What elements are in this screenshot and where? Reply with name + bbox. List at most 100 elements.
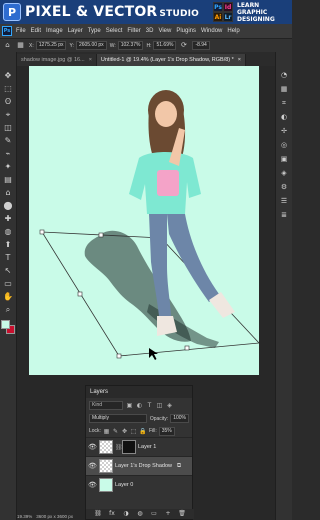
smart-object-filter-icon[interactable]: ◈ <box>166 402 173 409</box>
tab-shadow-image[interactable]: shadow image.jpg @ 16... × <box>17 54 97 66</box>
new-group-icon[interactable]: ▭ <box>150 510 158 518</box>
blend-row: Multiply Opacity: 100% <box>86 412 192 425</box>
close-icon[interactable]: × <box>238 57 241 63</box>
menu-image[interactable]: Image <box>46 28 63 34</box>
color-swatches[interactable] <box>1 320 15 334</box>
properties-icon[interactable]: ▣ <box>279 154 290 165</box>
new-layer-icon[interactable]: + <box>164 510 172 518</box>
delete-layer-icon[interactable]: 🗑 <box>178 510 186 518</box>
history-icon[interactable]: ◔ <box>279 70 290 81</box>
opacity-field[interactable]: 100% <box>170 414 189 423</box>
type-filter-icon[interactable]: T <box>146 402 153 409</box>
menu-layer[interactable]: Layer <box>68 28 83 34</box>
layer-mask-thumbnail[interactable] <box>122 440 136 454</box>
close-icon[interactable]: × <box>89 57 92 63</box>
layer-row-layer-1[interactable]: 👁 ⛓ Layer 1 <box>86 437 192 456</box>
path-select-icon[interactable]: ↖ <box>2 265 14 277</box>
patterns-icon[interactable]: ◈ <box>279 168 290 179</box>
menu-file[interactable]: File <box>16 28 26 34</box>
document-canvas[interactable] <box>29 66 259 375</box>
zoom-level: 19.39% <box>17 513 33 519</box>
w-label: W: <box>109 42 116 49</box>
layer-effects-icon[interactable]: ⧉ <box>175 462 183 470</box>
layer-row-layer-0[interactable]: 👁 Layer 0 <box>86 475 192 494</box>
document-tabs: shadow image.jpg @ 16... × Untitled-1 @ 1… <box>17 52 275 66</box>
eye-icon[interactable]: 👁 <box>88 481 97 490</box>
zoom-tool-icon[interactable]: ⌕ <box>2 304 14 316</box>
pixel-filter-icon[interactable]: ▣ <box>126 402 133 409</box>
tab-untitled-1[interactable]: Untitled-1 @ 19.4% (Layer 1's Drop Shado… <box>96 54 247 66</box>
hand-tool-icon[interactable]: ✋ <box>2 291 14 303</box>
fill-field[interactable]: 35% <box>158 426 175 436</box>
menu-edit[interactable]: Edit <box>31 28 41 34</box>
history-brush-icon[interactable]: ⌂ <box>2 187 14 199</box>
paths-icon[interactable]: ≣ <box>279 210 290 221</box>
gradient-tool-icon[interactable]: ✚ <box>2 213 14 225</box>
blur-tool-icon[interactable]: ◍ <box>2 226 14 238</box>
lightroom-badge: Lr <box>223 12 233 22</box>
layer-row-drop-shadow[interactable]: 👁 Layer 1's Drop Shadow ⧉ <box>86 456 192 475</box>
foreground-color-swatch[interactable] <box>1 320 10 329</box>
menu-select[interactable]: Select <box>106 28 123 34</box>
lock-all-icon[interactable]: 🔒 <box>139 428 146 435</box>
width-field[interactable]: 102.37% <box>117 41 144 50</box>
shape-filter-icon[interactable]: ◫ <box>156 402 163 409</box>
eyedropper-tool-icon[interactable]: ✎ <box>2 135 14 147</box>
transform-reference-icon[interactable]: ▦ <box>16 41 25 50</box>
angle-field[interactable]: -8.94 <box>192 41 210 50</box>
layer-name: Layer 1 <box>138 444 157 450</box>
rectangle-tool-icon[interactable]: ▭ <box>2 278 14 290</box>
eraser-tool-icon[interactable]: ⬤ <box>2 200 14 212</box>
libraries-icon[interactable]: ◎ <box>279 140 290 151</box>
menu-help[interactable]: Help <box>227 28 239 34</box>
lock-artboard-icon[interactable]: ⬚ <box>130 428 137 435</box>
type-tool-icon[interactable]: T <box>2 252 14 264</box>
lock-position-icon[interactable]: ✥ <box>121 428 128 435</box>
adjustment-filter-icon[interactable]: ◐ <box>136 402 143 409</box>
menu-filter[interactable]: Filter <box>127 28 140 34</box>
menu-3d[interactable]: 3D <box>146 28 154 34</box>
eye-icon[interactable]: 👁 <box>88 443 97 452</box>
opacity-label: Opacity: <box>149 415 169 422</box>
quick-select-tool-icon[interactable]: ⌖ <box>2 109 14 121</box>
layer-kind-filter[interactable]: Kind <box>89 400 123 410</box>
stamp-tool-icon[interactable]: ▤ <box>2 174 14 186</box>
layer-thumbnail <box>99 478 113 492</box>
menu-view[interactable]: View <box>158 28 171 34</box>
layers-footer: ⛓ fx ◑ ◍ ▭ + 🗑 <box>86 509 194 519</box>
lock-pixels-icon[interactable]: ▦ <box>103 428 110 435</box>
height-field[interactable]: 51.69% <box>153 41 177 50</box>
x-field[interactable]: 1275.25 px <box>35 41 67 50</box>
add-style-icon[interactable]: fx <box>108 510 116 518</box>
lasso-tool-icon[interactable]: ʘ <box>2 96 14 108</box>
new-adjustment-icon[interactable]: ◍ <box>136 510 144 518</box>
rotate-icon: ⟳ <box>181 41 187 49</box>
eye-icon[interactable]: 👁 <box>88 462 97 471</box>
move-tool-icon[interactable]: ✥ <box>2 70 14 82</box>
brushes-icon[interactable]: ✢ <box>279 126 290 137</box>
marquee-tool-icon[interactable]: ⬚ <box>2 83 14 95</box>
y-field[interactable]: 2605.00 px <box>75 41 107 50</box>
blend-mode-select[interactable]: Multiply <box>89 414 147 423</box>
home-icon[interactable]: ⌂ <box>3 41 12 50</box>
link-layers-icon[interactable]: ⛓ <box>94 510 102 518</box>
crop-tool-icon[interactable]: ◫ <box>2 122 14 134</box>
lock-paint-icon[interactable]: ✎ <box>112 428 119 435</box>
settings-icon[interactable]: ⚙ <box>279 182 290 193</box>
swatches-icon[interactable]: ▦ <box>279 84 290 95</box>
grid-icon[interactable]: ⌗ <box>279 98 290 109</box>
channels-icon[interactable]: ☰ <box>279 196 290 207</box>
link-icon[interactable]: ⛓ <box>115 443 123 452</box>
brush-tool-icon[interactable]: ✦ <box>2 161 14 173</box>
app-badges: Ps Id Ai Lr <box>213 2 233 22</box>
menu-type[interactable]: Type <box>88 28 101 34</box>
menu-bar: Ps File Edit Image Layer Type Select Fil… <box>0 24 292 38</box>
adjustments-icon[interactable]: ◐ <box>279 112 290 123</box>
layers-tab[interactable]: Layers <box>86 386 192 398</box>
add-mask-icon[interactable]: ◑ <box>122 510 130 518</box>
menu-window[interactable]: Window <box>201 28 222 34</box>
pen-tool-icon[interactable]: ⬆ <box>2 239 14 251</box>
fill-label: Fill: <box>148 428 157 434</box>
healing-tool-icon[interactable]: ⌁ <box>2 148 14 160</box>
menu-plugins[interactable]: Plugins <box>176 28 196 34</box>
